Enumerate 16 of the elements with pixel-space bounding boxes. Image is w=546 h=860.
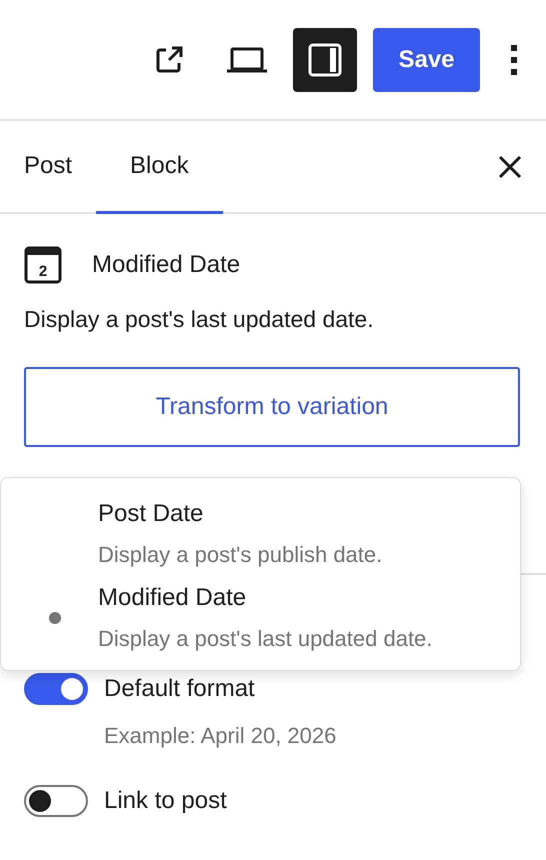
transform-button[interactable]: Transform to variation [24, 367, 520, 447]
sidebar-tab[interactable]: Block [96, 121, 223, 214]
save-button[interactable]: Save [373, 28, 480, 92]
sidebar-icon [308, 42, 342, 76]
toggle-switch[interactable] [24, 673, 88, 705]
block-title: Modified Date [92, 251, 240, 279]
menu-item[interactable]: Modified Date Display a post's last updated date. [1, 576, 520, 660]
block-description: Display a post's last updated date. [24, 306, 375, 333]
calendar-icon: 2 [24, 246, 62, 284]
toggle-label: Link to post [104, 787, 227, 815]
toggle-label: Default format [104, 675, 255, 703]
help-text: Example: April 20, 2026 [104, 723, 338, 749]
sidebar-toggle-button[interactable] [293, 28, 357, 92]
menu-item[interactable]: Post Date Display a post's publish date. [1, 492, 520, 576]
toggle-switch[interactable] [24, 785, 88, 817]
sidebar-tab[interactable]: Post [0, 121, 96, 214]
